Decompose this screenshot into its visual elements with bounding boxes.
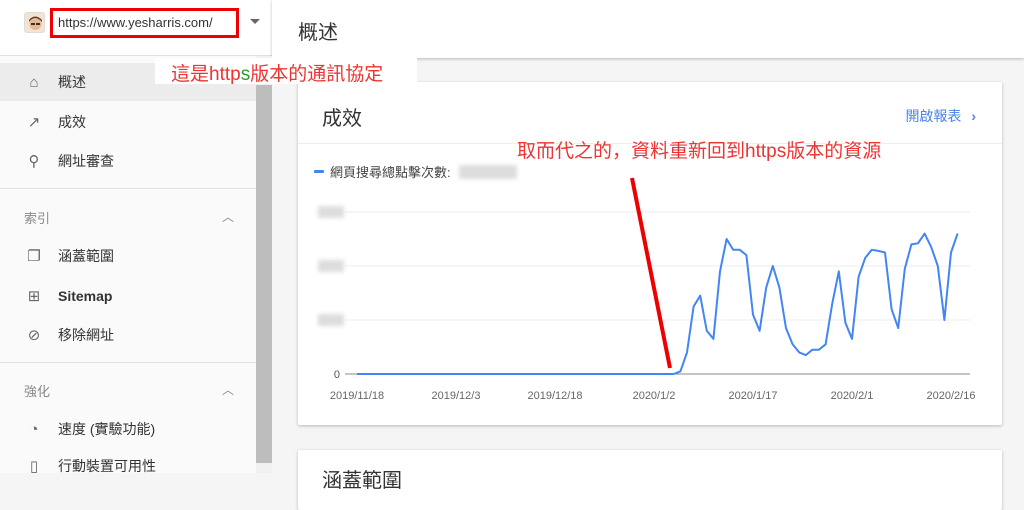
sidebar-item-mobile-usability[interactable]: ▯ 行動裝置可用性 <box>0 447 256 485</box>
x-tick-label: 2020/2/1 <box>831 390 874 402</box>
x-tick-label: 2019/12/18 <box>527 390 582 402</box>
trending-up-icon: ↗ <box>27 114 41 131</box>
sidebar-item-label: 移除網址 <box>58 327 114 343</box>
sitemap-icon: ⊞ <box>27 288 41 305</box>
coverage-card: 涵蓋範圍 <box>298 450 1002 510</box>
divider <box>0 188 256 189</box>
clicks-chart: 0 2019/11/18 2019/12/3 2019/12/18 2020/1/2 20… <box>318 177 976 402</box>
property-selector[interactable]: https://www.yesharris.com/ <box>0 0 272 56</box>
sidebar-item-label: 成效 <box>58 114 86 130</box>
property-url[interactable]: https://www.yesharris.com/ <box>50 8 239 38</box>
annotation-data-returns: 取而代之的，資料重新回到https版本的資源 <box>517 141 882 162</box>
divider <box>0 362 256 363</box>
page-title: 概述 <box>298 22 338 44</box>
sidebar-item-label: 網址審查 <box>58 153 114 169</box>
sidebar-item-label: 涵蓋範圍 <box>58 248 114 264</box>
y-tick-label: 0 <box>334 369 340 381</box>
x-tick-label: 2019/12/3 <box>432 390 481 402</box>
x-tick-label: 2020/2/16 <box>927 390 976 402</box>
dropdown-arrow-icon[interactable] <box>250 19 260 24</box>
sidebar-item-removals[interactable]: ⊘ 移除網址 <box>0 316 256 354</box>
performance-card: 成效 開啟報表 › 網頁搜尋總點擊次數: 0 2019/11/18 2019/12/… <box>298 82 1002 425</box>
y-tick-label-redacted <box>318 206 344 218</box>
sidebar-item-label: 行動裝置可用性 <box>58 458 156 474</box>
x-tick-label: 2020/1/2 <box>633 390 676 402</box>
x-tick-label: 2019/11/18 <box>330 390 384 402</box>
phone-icon: ▯ <box>29 458 39 475</box>
y-tick-label-redacted <box>318 260 344 272</box>
section-enhancements-title: 強化 <box>24 384 51 399</box>
sidebar-item-label: 速度 (實驗功能) <box>58 421 156 437</box>
chevron-up-icon[interactable]: ︿ <box>222 381 234 398</box>
main-header <box>272 0 1024 58</box>
sidebar-item-performance[interactable]: ↗ 成效 <box>0 103 256 141</box>
card-title: 涵蓋範圍 <box>322 470 402 492</box>
section-index-title: 索引 <box>24 211 51 226</box>
search-icon: ⚲ <box>28 153 40 170</box>
chevron-up-icon[interactable]: ︿ <box>222 208 234 225</box>
eye-off-icon: ⊘ <box>27 327 41 344</box>
y-tick-label-redacted <box>318 314 344 326</box>
sidebar-item-url-inspection[interactable]: ⚲ 網址審查 <box>0 142 256 180</box>
home-icon: ⌂ <box>29 73 39 91</box>
scrollbar-thumb[interactable] <box>256 85 272 463</box>
speed-icon: ◔ <box>29 420 39 438</box>
sidebar-item-label: 概述 <box>58 74 86 90</box>
annotation-https-protocol: 這是https版本的通訊協定 <box>155 58 417 85</box>
copy-icon: ❐ <box>27 248 41 265</box>
sidebar-item-speed[interactable]: ◔ 速度 (實驗功能) <box>0 410 256 448</box>
x-tick-label: 2020/1/17 <box>729 390 778 402</box>
sidebar-item-sitemap[interactable]: ⊞ Sitemap <box>0 277 256 315</box>
avatar <box>24 12 45 33</box>
sidebar-item-label: Sitemap <box>58 288 113 304</box>
annotation-arrow-line <box>630 177 672 369</box>
sidebar-item-coverage[interactable]: ❐ 涵蓋範圍 <box>0 237 256 275</box>
